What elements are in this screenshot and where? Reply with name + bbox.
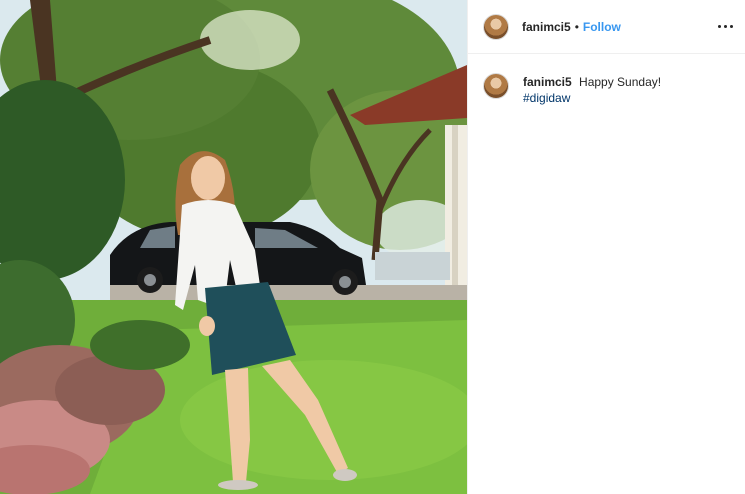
post-container: fanimci5 • Follow fanimci5 Happy Sunday!… bbox=[0, 0, 745, 494]
follow-button[interactable]: Follow bbox=[583, 20, 621, 34]
more-options-icon[interactable] bbox=[712, 13, 738, 39]
post-photo[interactable] bbox=[0, 0, 467, 494]
comment-avatar[interactable] bbox=[483, 73, 509, 99]
more-dot bbox=[717, 24, 721, 28]
comment-text: Happy Sunday! bbox=[579, 75, 662, 89]
comment-hashtag[interactable]: #digidaw bbox=[523, 90, 661, 106]
more-dot bbox=[723, 24, 727, 28]
avatar[interactable] bbox=[483, 13, 509, 40]
post-sidebar: fanimci5 • Follow fanimci5 Happy Sunday!… bbox=[467, 0, 745, 494]
caption-comment: fanimci5 Happy Sunday! #digidaw bbox=[483, 73, 733, 106]
header-separator: • bbox=[574, 19, 579, 34]
header-username[interactable]: fanimci5 bbox=[522, 20, 571, 34]
comment-username[interactable]: fanimci5 bbox=[523, 75, 572, 89]
post-photo-illustration bbox=[0, 0, 467, 494]
more-dot bbox=[729, 24, 733, 28]
post-header: fanimci5 • Follow bbox=[468, 0, 745, 54]
comment-body: fanimci5 Happy Sunday! #digidaw bbox=[523, 74, 661, 106]
